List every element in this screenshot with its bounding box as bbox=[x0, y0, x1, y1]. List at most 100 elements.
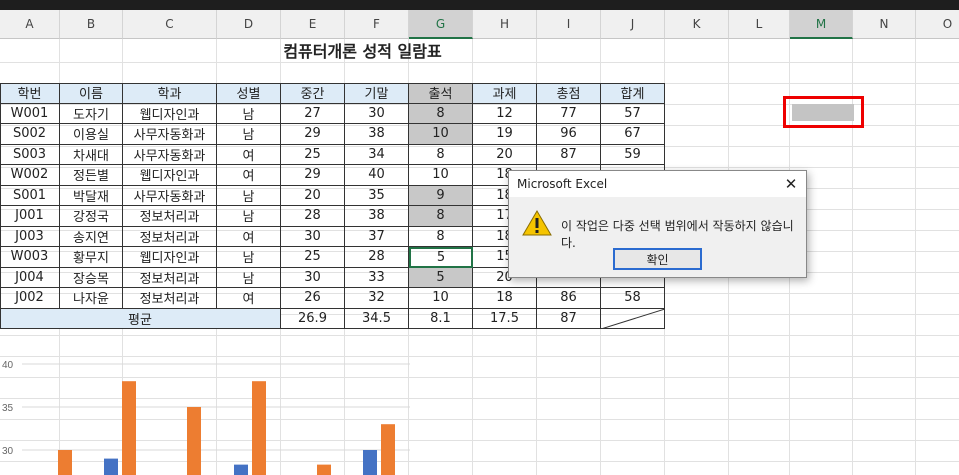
table-cell[interactable]: 32 bbox=[345, 288, 409, 309]
table-cell[interactable]: 28 bbox=[281, 206, 345, 227]
table-cell[interactable]: 여 bbox=[217, 144, 281, 165]
table-cell[interactable]: 29 bbox=[281, 124, 345, 145]
table-cell[interactable]: 38 bbox=[345, 206, 409, 227]
table-cell[interactable]: 황무지 bbox=[60, 247, 123, 268]
table-cell[interactable]: 8 bbox=[409, 144, 473, 165]
column-header-f[interactable]: F bbox=[345, 10, 409, 39]
column-header-d[interactable]: D bbox=[217, 10, 281, 39]
table-cell[interactable]: 10 bbox=[409, 165, 473, 186]
table-cell[interactable]: 30 bbox=[281, 267, 345, 288]
average-value[interactable]: 87 bbox=[537, 308, 601, 329]
average-value[interactable]: 26.9 bbox=[281, 308, 345, 329]
table-cell[interactable]: W002 bbox=[0, 165, 60, 186]
table-cell[interactable]: 25 bbox=[281, 144, 345, 165]
table-cell[interactable]: J002 bbox=[0, 288, 60, 309]
table-cell[interactable]: 정든별 bbox=[60, 165, 123, 186]
table-cell[interactable]: S003 bbox=[0, 144, 60, 165]
table-header-cell[interactable]: 출석 bbox=[409, 83, 473, 104]
table-cell[interactable]: 도자기 bbox=[60, 103, 123, 124]
table-cell[interactable]: 정보처리과 bbox=[123, 226, 217, 247]
table-header-cell[interactable]: 학번 bbox=[0, 83, 60, 104]
column-header-n[interactable]: N bbox=[853, 10, 916, 39]
table-cell[interactable]: J004 bbox=[0, 267, 60, 288]
table-cell[interactable]: 12 bbox=[473, 103, 537, 124]
column-header-g[interactable]: G bbox=[409, 10, 473, 39]
total-diagonal-cell[interactable] bbox=[601, 308, 665, 329]
column-header-l[interactable]: L bbox=[729, 10, 790, 39]
table-cell[interactable]: 장승목 bbox=[60, 267, 123, 288]
table-cell[interactable]: 77 bbox=[537, 103, 601, 124]
table-cell[interactable]: 28 bbox=[345, 247, 409, 268]
table-cell[interactable]: 남 bbox=[217, 185, 281, 206]
table-cell[interactable]: 86 bbox=[537, 288, 601, 309]
table-header-cell[interactable]: 합계 bbox=[601, 83, 665, 104]
table-cell[interactable]: 5 bbox=[409, 267, 473, 288]
table-cell[interactable]: 정보처리과 bbox=[123, 267, 217, 288]
table-header-cell[interactable]: 학과 bbox=[123, 83, 217, 104]
table-cell[interactable]: 35 bbox=[345, 185, 409, 206]
selected-cell-m[interactable] bbox=[792, 104, 854, 121]
table-cell[interactable]: 차새대 bbox=[60, 144, 123, 165]
table-cell[interactable]: 40 bbox=[345, 165, 409, 186]
table-header-cell[interactable]: 이름 bbox=[60, 83, 123, 104]
table-cell[interactable]: 정보처리과 bbox=[123, 288, 217, 309]
table-cell[interactable]: 박달재 bbox=[60, 185, 123, 206]
table-cell[interactable]: W001 bbox=[0, 103, 60, 124]
table-cell[interactable]: 이용실 bbox=[60, 124, 123, 145]
column-header-k[interactable]: K bbox=[665, 10, 729, 39]
table-cell[interactable]: W003 bbox=[0, 247, 60, 268]
table-cell[interactable]: 8 bbox=[409, 103, 473, 124]
table-header-cell[interactable]: 과제 bbox=[473, 83, 537, 104]
table-cell[interactable]: 여 bbox=[217, 165, 281, 186]
table-cell[interactable]: 33 bbox=[345, 267, 409, 288]
table-cell[interactable]: 18 bbox=[473, 288, 537, 309]
column-header-m[interactable]: M bbox=[790, 10, 853, 39]
table-cell[interactable]: 송지연 bbox=[60, 226, 123, 247]
table-cell[interactable]: 57 bbox=[601, 103, 665, 124]
column-header-h[interactable]: H bbox=[473, 10, 537, 39]
table-cell[interactable]: 웹디자인과 bbox=[123, 165, 217, 186]
column-header-j[interactable]: J bbox=[601, 10, 665, 39]
table-cell[interactable]: 59 bbox=[601, 144, 665, 165]
table-cell[interactable]: 정보처리과 bbox=[123, 206, 217, 227]
table-cell[interactable]: 웹디자인과 bbox=[123, 103, 217, 124]
table-cell[interactable]: 남 bbox=[217, 247, 281, 268]
table-cell[interactable]: 58 bbox=[601, 288, 665, 309]
table-cell[interactable]: 19 bbox=[473, 124, 537, 145]
table-cell[interactable]: 67 bbox=[601, 124, 665, 145]
table-cell[interactable]: 8 bbox=[409, 206, 473, 227]
close-icon[interactable]: ✕ bbox=[782, 175, 800, 193]
table-cell[interactable]: 여 bbox=[217, 288, 281, 309]
table-header-cell[interactable]: 총점 bbox=[537, 83, 601, 104]
table-cell[interactable]: 남 bbox=[217, 267, 281, 288]
table-cell[interactable]: 9 bbox=[409, 185, 473, 206]
average-value[interactable]: 34.5 bbox=[345, 308, 409, 329]
average-value[interactable]: 17.5 bbox=[473, 308, 537, 329]
table-cell[interactable]: 여 bbox=[217, 226, 281, 247]
table-cell[interactable]: S001 bbox=[0, 185, 60, 206]
table-cell[interactable]: 20 bbox=[281, 185, 345, 206]
table-cell[interactable]: 사무자동화과 bbox=[123, 124, 217, 145]
table-cell[interactable]: 10 bbox=[409, 288, 473, 309]
table-header-cell[interactable]: 기말 bbox=[345, 83, 409, 104]
table-cell[interactable]: 남 bbox=[217, 124, 281, 145]
table-cell[interactable]: 남 bbox=[217, 206, 281, 227]
table-cell[interactable]: 27 bbox=[281, 103, 345, 124]
score-chart[interactable]: 40 35 30 bbox=[0, 356, 412, 475]
column-header-b[interactable]: B bbox=[60, 10, 123, 39]
table-cell[interactable]: 87 bbox=[537, 144, 601, 165]
table-cell[interactable]: 웹디자인과 bbox=[123, 247, 217, 268]
column-header-c[interactable]: C bbox=[123, 10, 217, 39]
column-header-a[interactable]: A bbox=[0, 10, 60, 39]
table-cell[interactable]: 사무자동화과 bbox=[123, 185, 217, 206]
table-cell[interactable]: 34 bbox=[345, 144, 409, 165]
table-cell[interactable]: 나자윤 bbox=[60, 288, 123, 309]
table-cell[interactable]: 96 bbox=[537, 124, 601, 145]
average-value[interactable]: 8.1 bbox=[409, 308, 473, 329]
table-cell[interactable]: 30 bbox=[345, 103, 409, 124]
table-cell[interactable]: 26 bbox=[281, 288, 345, 309]
table-header-cell[interactable]: 성별 bbox=[217, 83, 281, 104]
table-cell[interactable]: 남 bbox=[217, 103, 281, 124]
table-cell[interactable]: 5 bbox=[409, 247, 473, 268]
table-cell[interactable]: 25 bbox=[281, 247, 345, 268]
